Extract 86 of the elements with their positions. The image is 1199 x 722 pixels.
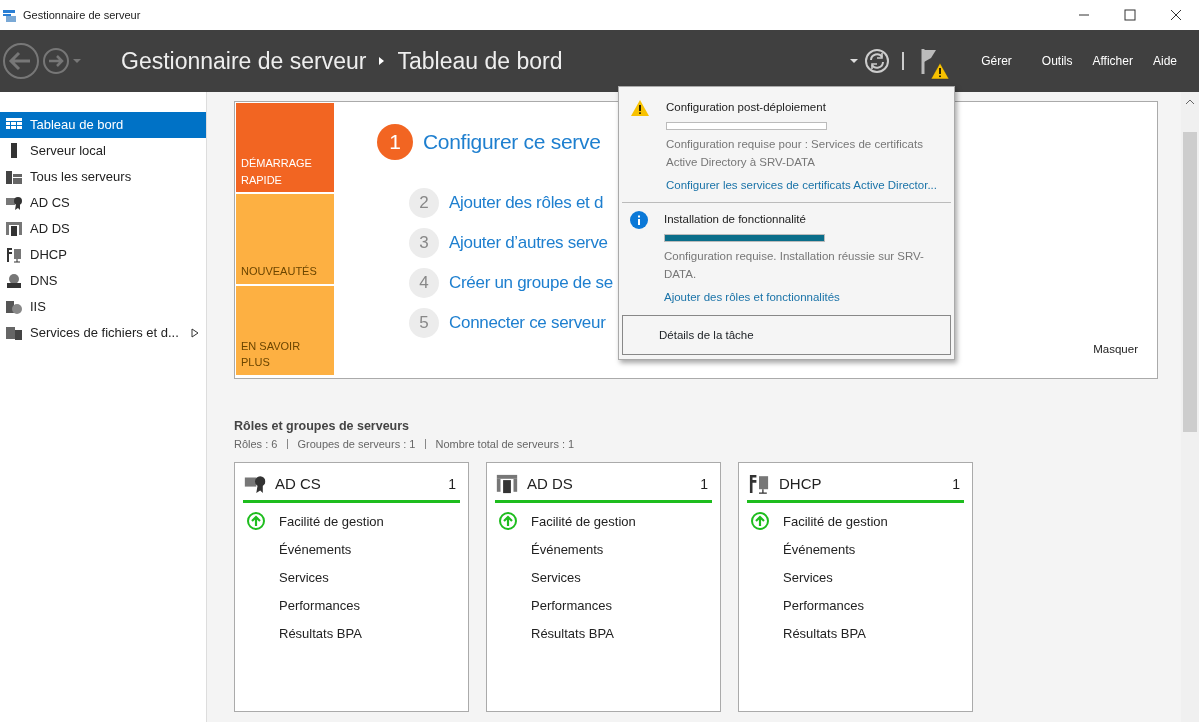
role-card[interactable]: AD CS 1 Facilité de gestion Événements Services Performances Résultats BPA (234, 462, 469, 713)
step-link[interactable]: Connecter ce serveur (449, 310, 606, 336)
scrollbar[interactable] (1181, 92, 1199, 722)
sidebar-item[interactable]: DHCP (0, 242, 206, 268)
step-link[interactable]: Ajouter d’autres serve (449, 230, 608, 256)
notification-message: Configuration requise. Installation réussie sur SRV-DATA. (664, 250, 924, 280)
sidebar-item[interactable]: Services de fichiers et d... (0, 320, 206, 346)
summary-text: Rôles : 6 (234, 436, 278, 452)
step-link[interactable]: Configurer ce serve (423, 126, 601, 158)
tools-icon (6, 247, 22, 263)
step-link[interactable]: Ajouter des rôles et d (449, 190, 604, 216)
step-number: 1 (377, 124, 413, 160)
app-icon (2, 7, 17, 23)
status-link[interactable]: Événements (783, 539, 856, 559)
sidebar-item[interactable]: AD CS (0, 190, 206, 216)
notification-link[interactable]: Configurer les services de certificats Active Director... (666, 176, 943, 194)
summary-text: Groupes de serveurs : 1 (297, 436, 416, 452)
scroll-up-icon[interactable] (1185, 98, 1195, 106)
directory-icon (496, 473, 518, 495)
role-count: 1 (448, 474, 456, 494)
separator (425, 438, 427, 449)
menu-item[interactable]: Aide (1142, 52, 1187, 70)
status-link[interactable]: Événements (279, 539, 352, 559)
globe-icon (6, 273, 22, 289)
role-card[interactable]: DHCP 1 Facilité de gestion Événements Services Performances Résultats BPA (738, 462, 973, 713)
refresh-icon[interactable] (865, 49, 890, 73)
quick-start-tile[interactable]: NOUVEAUTÉS (236, 194, 334, 284)
chevron-icon (378, 56, 386, 66)
tools-icon (748, 473, 770, 495)
notification-flag-icon[interactable] (921, 48, 952, 80)
status-link[interactable]: Résultats BPA (531, 623, 614, 643)
notification-link[interactable]: Ajouter des rôles et fonctionnalités (664, 288, 943, 306)
status-link[interactable]: Résultats BPA (279, 623, 362, 643)
task-details-button[interactable]: Détails de la tâche (622, 315, 951, 356)
directory-icon (6, 221, 22, 237)
menu-item[interactable]: Afficher (1082, 52, 1143, 70)
sidebar-item[interactable]: Tableau de bord (0, 112, 206, 138)
status-link[interactable]: Services (531, 567, 581, 587)
role-count: 1 (952, 474, 960, 494)
expand-icon[interactable] (190, 328, 199, 338)
separator (287, 438, 289, 449)
certificate-icon (244, 473, 266, 495)
menu-item[interactable]: Outils (1031, 52, 1083, 70)
sidebar-item[interactable]: DNS (0, 268, 206, 294)
status-link[interactable]: Facilité de gestion (783, 511, 888, 531)
back-icon[interactable] (2, 42, 40, 80)
forward-icon[interactable] (42, 47, 70, 75)
certificate-icon (6, 195, 22, 211)
breadcrumb-item[interactable]: Gestionnaire de serveur (121, 43, 367, 79)
status-link[interactable]: Services (279, 567, 329, 587)
role-card[interactable]: AD DS 1 Facilité de gestion Événements Services Performances Résultats BPA (486, 462, 721, 713)
sidebar-item[interactable]: IIS (0, 294, 206, 320)
hide-link[interactable]: Masquer (1093, 340, 1138, 358)
role-name: AD DS (527, 474, 573, 494)
status-link[interactable]: Facilité de gestion (279, 511, 384, 531)
status-link[interactable]: Performances (279, 595, 360, 615)
notification-title: Installation de fonctionnalité (664, 212, 807, 227)
status-link[interactable]: Performances (531, 595, 612, 615)
role-count: 1 (700, 474, 708, 494)
sidebar-item[interactable]: AD DS (0, 216, 206, 242)
window-title: Gestionnaire de serveur (23, 7, 141, 23)
status-link[interactable]: Services (783, 567, 833, 587)
menu-item[interactable]: Gérer (971, 52, 1022, 70)
step-number: 2 (409, 188, 439, 218)
notification-title: Configuration post-déploiement (666, 100, 827, 115)
step-number: 3 (409, 228, 439, 258)
status-link[interactable]: Performances (783, 595, 864, 615)
step-link[interactable]: Créer un groupe de se (449, 270, 613, 296)
summary-text: Nombre total de serveurs : 1 (435, 436, 575, 452)
servers-icon (6, 169, 22, 185)
status-link[interactable]: Événements (531, 539, 604, 559)
sidebar-item[interactable]: Tous les serveurs (0, 164, 206, 190)
file-server-icon (6, 325, 22, 341)
quick-start-tile[interactable]: EN SAVOIR PLUS (236, 285, 334, 375)
step-number: 4 (409, 268, 439, 298)
caret-icon[interactable] (849, 58, 860, 64)
notification-message: Configuration requise pour : Services de certificats Active Directory à SRV-DATA (666, 138, 923, 168)
sidebar-item[interactable]: Serveur local (0, 138, 206, 164)
section-title: Rôles et groupes de serveurs (234, 418, 411, 435)
status-link[interactable]: Résultats BPA (783, 623, 866, 643)
web-server-icon (6, 299, 22, 315)
role-name: AD CS (275, 474, 321, 494)
breadcrumb-item[interactable]: Tableau de bord (397, 43, 563, 79)
status-link[interactable]: Facilité de gestion (531, 511, 636, 531)
step-number: 5 (409, 308, 439, 338)
role-name: DHCP (779, 474, 822, 494)
